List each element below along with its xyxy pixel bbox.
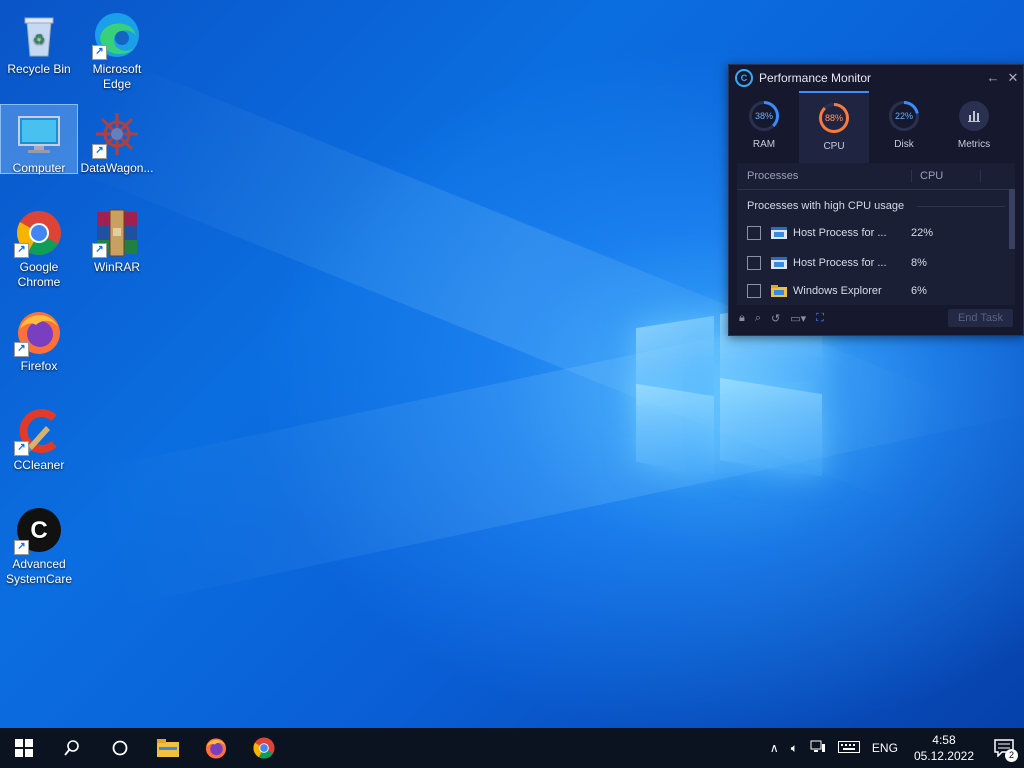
desktop-icon-recycle-bin[interactable]: ♻ Recycle Bin (1, 6, 77, 77)
volume-icon[interactable]: 🔈︎ (785, 741, 804, 756)
process-name: Windows Explorer (793, 285, 882, 297)
refresh-icon[interactable]: ↺ (771, 312, 780, 325)
svg-text:♻: ♻ (33, 31, 46, 47)
table-row[interactable]: Host Process for ... 22% (737, 218, 1015, 248)
svg-text:C: C (30, 517, 47, 544)
screenshot-icon[interactable]: ⛶ (816, 312, 824, 325)
icon-label: Advanced SystemCare (5, 557, 73, 586)
firefox-icon: ↗ (14, 307, 64, 357)
window-dropdown-icon[interactable]: ▭▾ (790, 312, 806, 325)
chrome-icon: ↗ (14, 208, 64, 258)
icon-label: DataWagon... (80, 161, 154, 175)
desktop-icon-edge[interactable]: ↗ Microsoft Edge (79, 6, 155, 92)
clock[interactable]: 4:58 05.12.2022 (904, 732, 984, 764)
disk-gauge: 22% (889, 101, 919, 131)
column-header-processes[interactable]: Processes (737, 170, 912, 182)
icon-label: Firefox (20, 359, 58, 373)
host-process-icon (771, 257, 787, 269)
task-view-button[interactable] (96, 728, 144, 768)
table-row[interactable]: Windows Explorer 6% (737, 278, 1015, 304)
advanced-systemcare-logo-icon: C (735, 69, 753, 87)
taskbar-firefox[interactable] (192, 728, 240, 768)
section-heading: Processes with high CPU usage (737, 190, 1015, 218)
language-indicator[interactable]: ENG (866, 741, 904, 755)
desktop-icon-firefox[interactable]: ↗ Firefox (1, 303, 77, 374)
time: 4:58 (932, 733, 956, 747)
process-cpu: 22% (911, 227, 934, 239)
desktop-icon-winrar[interactable]: ↗ WinRAR (79, 204, 155, 275)
cortana-circle-icon (112, 740, 128, 756)
tab-label: Disk (894, 139, 914, 150)
icon-label: CCleaner (13, 458, 65, 472)
chrome-icon (253, 737, 275, 759)
file-explorer-icon (157, 739, 179, 757)
icon-label: Google Chrome (17, 260, 61, 289)
bar-chart-icon (959, 101, 989, 131)
notification-count-badge: 2 (1005, 749, 1018, 762)
icon-label: WinRAR (93, 260, 140, 274)
performance-monitor-window: C Performance Monitor ← ✕ 38% RAM 88% CP… (728, 64, 1024, 336)
column-header-cpu[interactable]: CPU (912, 170, 981, 182)
back-arrow-icon[interactable]: ← (983, 68, 1003, 88)
cpu-gauge: 88% (819, 103, 849, 133)
row-checkbox[interactable] (747, 284, 761, 298)
tab-ram[interactable]: 38% RAM (729, 91, 799, 163)
process-name: Host Process for ... (793, 257, 887, 269)
datawagon-icon: ↗ (92, 109, 142, 159)
search-icon[interactable]: ⌕ (755, 312, 761, 325)
desktop-icon-ccleaner[interactable]: ↗ CCleaner (1, 402, 77, 473)
ram-gauge: 38% (749, 101, 779, 131)
action-center-button[interactable]: 2 (984, 728, 1024, 768)
date: 05.12.2022 (913, 749, 974, 763)
close-icon[interactable]: ✕ (1003, 68, 1023, 88)
host-process-icon (771, 227, 787, 239)
taskbar-chrome[interactable] (240, 728, 288, 768)
ccleaner-icon: ↗ (14, 406, 64, 456)
tab-label: CPU (823, 141, 845, 152)
windows-start-icon (15, 739, 33, 757)
tab-disk[interactable]: 22% Disk (869, 91, 939, 163)
icon-label: Recycle Bin (7, 62, 71, 76)
row-checkbox[interactable] (747, 226, 761, 240)
desktop-icon-computer[interactable]: Computer (0, 104, 78, 175)
search-button[interactable] (48, 728, 96, 768)
recycle-bin-icon: ♻ (14, 10, 64, 60)
keyboard-icon[interactable] (832, 740, 866, 756)
tab-cpu[interactable]: 88% CPU (799, 91, 869, 163)
computer-icon (14, 109, 64, 159)
desktop-icon-advanced-systemcare[interactable]: C ↗ Advanced SystemCare (1, 501, 77, 587)
search-icon (64, 740, 79, 756)
tab-metrics[interactable]: Metrics (939, 91, 1009, 163)
advanced-systemcare-icon: C ↗ (14, 505, 64, 555)
taskbar: ∧ 🔈︎ ENG 4:58 05.12.2022 2 (0, 728, 1024, 768)
icon-label: Microsoft Edge (92, 62, 142, 91)
folder-icon (771, 285, 787, 297)
network-icon[interactable] (804, 740, 832, 757)
taskbar-file-explorer[interactable] (144, 728, 192, 768)
end-task-button[interactable]: End Task (947, 309, 1013, 327)
tab-label: Metrics (957, 139, 991, 150)
start-button[interactable] (0, 728, 48, 768)
table-row[interactable]: Host Process for ... 8% (737, 248, 1015, 278)
chevron-up-icon[interactable]: ∧ (764, 741, 785, 755)
edge-icon: ↗ (92, 10, 142, 60)
firefox-icon (205, 738, 227, 759)
process-name: Host Process for ... (793, 227, 887, 239)
winrar-icon: ↗ (92, 208, 142, 258)
process-list: Processes CPU Processes with high CPU us… (737, 163, 1015, 305)
process-cpu: 8% (911, 257, 927, 269)
tab-label: RAM (752, 139, 776, 150)
performance-monitor-titlebar[interactable]: C Performance Monitor ← ✕ (729, 65, 1023, 91)
scrollbar[interactable] (1009, 189, 1015, 249)
window-title: Performance Monitor (759, 71, 872, 85)
desktop-icon-chrome[interactable]: ↗ Google Chrome (1, 204, 77, 290)
process-cpu: 6% (911, 285, 927, 297)
desktop-icon-datawagon[interactable]: ↗ DataWagon... (79, 105, 155, 176)
lock-icon[interactable]: 🔒︎ (739, 312, 745, 325)
icon-label: Computer (12, 161, 66, 175)
row-checkbox[interactable] (747, 256, 761, 270)
